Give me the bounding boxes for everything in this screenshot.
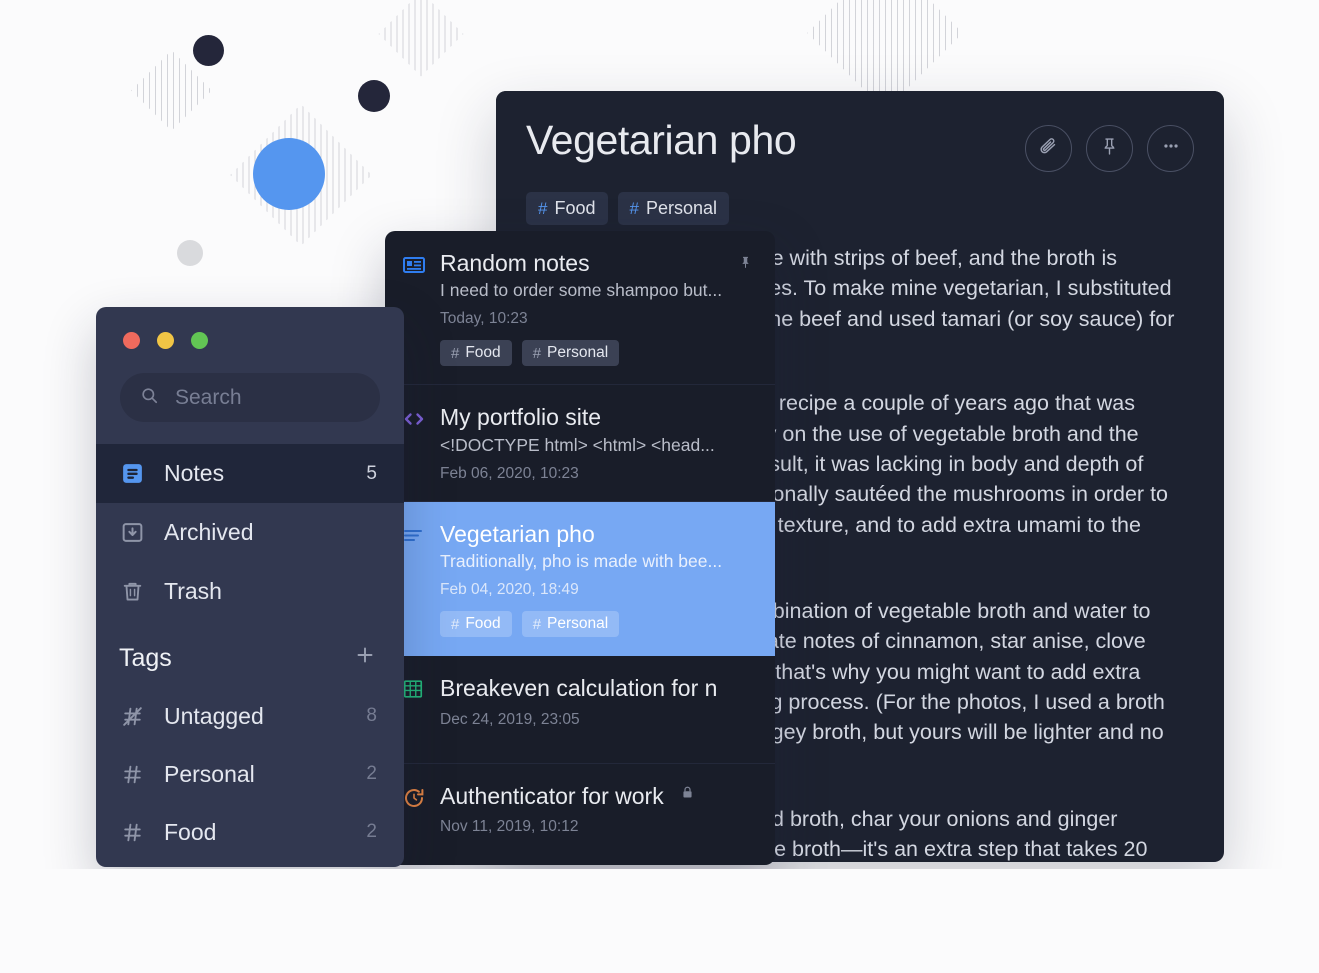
note-action-buttons — [1025, 119, 1194, 172]
sidebar-item-trash[interactable]: Trash — [96, 562, 404, 621]
window-traffic-lights — [96, 307, 404, 349]
note-list-window: Random notes I need to order some shampo… — [385, 231, 775, 865]
sidebar-item-count: 5 — [366, 462, 377, 484]
pinned-icon — [738, 255, 753, 275]
hash-icon: # — [451, 615, 460, 633]
search-box[interactable] — [120, 373, 380, 422]
note-detail-tag[interactable]: # Food — [526, 192, 608, 225]
list-item-tag: # Personal — [521, 611, 620, 638]
tag-label: Food — [554, 198, 596, 218]
note-detail-tag[interactable]: # Personal — [617, 192, 730, 225]
canvas: Vegetarian pho # Food # Personal with st… — [0, 0, 1319, 973]
code-icon — [402, 407, 426, 431]
list-item-title: Breakeven calculation for n — [440, 675, 718, 702]
sidebar-item-label: Archived — [164, 519, 254, 545]
add-tag-button[interactable] — [353, 643, 377, 673]
maximize-window-button[interactable] — [191, 332, 208, 349]
sidebar-item-personal[interactable]: Personal 2 — [96, 745, 404, 803]
hash-icon: # — [538, 198, 548, 218]
sidebar-item-food[interactable]: Food 2 — [96, 803, 404, 861]
tags-title: Tags — [119, 643, 172, 672]
search-icon — [140, 386, 159, 410]
tag-label: Personal — [547, 615, 609, 633]
list-item-snippet: <!DOCTYPE html> <html> <head... — [440, 434, 715, 455]
minimize-window-button[interactable] — [157, 332, 174, 349]
list-item-tag: # Food — [440, 611, 512, 638]
tag-label: Personal — [547, 344, 609, 362]
list-item-date: Feb 04, 2020, 18:49 — [440, 581, 579, 599]
tag-label: Food — [465, 615, 501, 633]
list-item-title: Random notes — [440, 250, 590, 276]
hatched-diamond-decoration — [378, 0, 464, 77]
list-item-title: Authenticator for work — [440, 782, 664, 809]
sidebar-item-label: Personal — [164, 760, 255, 787]
note-detail-header: Vegetarian pho # Food # Personal — [496, 91, 1224, 239]
list-item[interactable]: Breakeven calculation for n Dec 24, 2019… — [385, 656, 775, 764]
pin-button[interactable] — [1086, 125, 1133, 172]
list-item-date: Nov 11, 2019, 10:12 — [440, 818, 579, 836]
pin-icon — [1099, 136, 1120, 162]
hash-icon — [119, 761, 145, 787]
list-item[interactable]: Random notes I need to order some shampo… — [385, 231, 775, 386]
notes-icon — [119, 461, 145, 487]
list-item[interactable]: My portfolio site <!DOCTYPE html> <html>… — [385, 385, 775, 502]
note-detail-tags: # Food # Personal — [526, 192, 1194, 225]
search-container — [96, 349, 404, 444]
close-window-button[interactable] — [123, 332, 140, 349]
list-item-selected[interactable]: Vegetarian pho Traditionally, pho is mad… — [385, 501, 775, 657]
note-title: Vegetarian pho — [526, 117, 797, 163]
archive-icon — [119, 520, 145, 546]
list-item-tags: # Food # Personal — [440, 340, 753, 367]
list-item-title: Vegetarian pho — [440, 520, 595, 547]
note-lines-icon — [402, 253, 426, 277]
sidebar-item-count: 8 — [366, 705, 377, 726]
sidebar-item-label: Food — [164, 818, 217, 845]
dark-dot-decoration — [193, 35, 224, 66]
hash-icon: # — [451, 344, 460, 362]
list-item-snippet: I need to order some shampoo but... — [440, 280, 723, 301]
hash-icon — [119, 819, 145, 845]
paperclip-icon — [1038, 135, 1060, 162]
list-item-tags: # Food # Personal — [440, 611, 753, 638]
hash-icon: # — [629, 198, 639, 218]
attach-button[interactable] — [1025, 125, 1072, 172]
sidebar-item-count: 2 — [366, 821, 377, 842]
sidebar-item-count: 2 — [366, 763, 377, 784]
page-bottom-margin — [0, 869, 1319, 973]
spreadsheet-icon — [402, 678, 426, 702]
list-item-date: Feb 06, 2020, 10:23 — [440, 464, 579, 482]
sidebar-item-archived[interactable]: Archived — [96, 503, 404, 562]
tags-section-header: Tags — [96, 621, 404, 687]
sidebar-item-label: Trash — [164, 578, 222, 604]
blue-circle-decoration — [253, 138, 325, 210]
list-item-date: Today, 10:23 — [440, 310, 528, 328]
sidebar-window: Notes 5 Archived Trash — [96, 307, 404, 867]
untagged-icon — [119, 703, 145, 729]
tag-label: Food — [465, 344, 501, 362]
sidebar-item-label: Notes — [164, 460, 225, 486]
tag-label: Personal — [645, 198, 718, 218]
more-button[interactable] — [1147, 125, 1194, 172]
grey-dot-decoration — [177, 240, 203, 266]
list-item[interactable]: Authenticator for work Nov 11, 2019, 10:… — [385, 764, 775, 854]
hash-icon: # — [532, 344, 542, 362]
text-lines-icon — [402, 524, 426, 548]
sidebar-item-notes[interactable]: Notes 5 — [96, 444, 404, 503]
trash-icon — [119, 579, 145, 605]
sidebar-item-label: Untagged — [164, 702, 264, 729]
dark-dot-decoration — [358, 80, 390, 112]
lock-icon — [680, 785, 695, 805]
authenticator-icon — [402, 786, 426, 810]
list-item-tag: # Food — [440, 340, 512, 367]
search-input[interactable] — [173, 384, 360, 411]
more-icon — [1160, 135, 1182, 162]
list-item-snippet: Traditionally, pho is made with bee... — [440, 551, 723, 572]
list-item-date: Dec 24, 2019, 23:05 — [440, 710, 580, 728]
hash-icon: # — [532, 615, 542, 633]
list-item-tag: # Personal — [521, 340, 620, 367]
sidebar-item-untagged[interactable]: Untagged 8 — [96, 687, 404, 745]
list-item-title: My portfolio site — [440, 404, 602, 431]
